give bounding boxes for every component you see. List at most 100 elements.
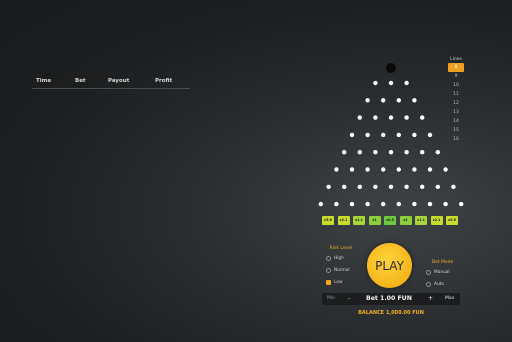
- bet-mode-auto[interactable]: Auto: [426, 281, 460, 293]
- bet-mode-label: Auto: [434, 282, 444, 287]
- multiplier-slot: x2.1: [430, 216, 443, 225]
- peg: [388, 115, 394, 120]
- multiplier-slots: x5.6 x2.1 x1.1 x1 x0.5 x1 x1.1 x2.1 x5.6: [322, 216, 458, 225]
- peg: [427, 132, 433, 138]
- multiplier-slot: x5.6: [322, 216, 334, 225]
- risk-option-high[interactable]: High: [326, 255, 356, 267]
- lines-option-10[interactable]: 10: [448, 81, 464, 90]
- peg: [412, 201, 417, 207]
- lines-option-15[interactable]: 15: [448, 126, 464, 135]
- peg: [381, 201, 386, 207]
- peg: [420, 150, 425, 155]
- bet-mode-label: Manual: [434, 270, 450, 275]
- peg: [435, 184, 440, 189]
- bet-increase-button[interactable]: +: [428, 293, 433, 305]
- peg: [404, 115, 409, 120]
- radio-icon: [326, 268, 331, 273]
- peg: [365, 98, 370, 103]
- peg: [396, 132, 401, 138]
- peg: [357, 150, 362, 155]
- peg: [404, 80, 409, 86]
- risk-option-label: High: [334, 256, 344, 261]
- multiplier-slot: x0.5: [384, 216, 396, 225]
- bet-mode-panel: Bet Mode Manual Auto: [426, 260, 460, 293]
- peg: [349, 201, 355, 207]
- peg: [373, 150, 378, 155]
- peg: [357, 184, 362, 189]
- peg: [427, 167, 433, 172]
- radio-icon: [426, 282, 431, 287]
- lines-selector: Lines 8 9 10 11 12 13 14 15 16: [448, 56, 464, 144]
- peg: [349, 167, 355, 172]
- peg: [420, 184, 425, 189]
- bet-min-button[interactable]: Min: [327, 293, 335, 305]
- peg: [427, 201, 433, 207]
- risk-option-label: Normal: [334, 268, 350, 273]
- bet-max-button[interactable]: Max: [445, 293, 454, 305]
- peg: [435, 150, 440, 155]
- risk-level-title: Risk Level: [329, 246, 353, 251]
- peg: [404, 184, 409, 189]
- lines-option-11[interactable]: 11: [448, 90, 464, 99]
- peg: [420, 115, 425, 120]
- peg: [412, 132, 417, 138]
- peg: [404, 150, 409, 155]
- peg: [357, 115, 362, 120]
- multiplier-slot: x5.6: [446, 216, 458, 225]
- peg: [443, 167, 448, 172]
- peg: [365, 201, 370, 207]
- peg: [349, 132, 355, 138]
- bet-mode-title: Bet Mode: [432, 260, 454, 265]
- peg: [381, 98, 386, 103]
- bet-amount-display: Bet 1.00 FUN: [366, 295, 412, 302]
- peg: [412, 167, 417, 172]
- peg: [451, 184, 456, 189]
- bet-mode-manual[interactable]: Manual: [426, 269, 460, 281]
- peg: [388, 184, 394, 189]
- lines-option-8[interactable]: 8: [448, 63, 464, 72]
- multiplier-slot: x1.1: [353, 216, 365, 225]
- lines-option-9[interactable]: 9: [448, 72, 464, 81]
- peg: [412, 98, 417, 103]
- risk-option-normal[interactable]: Normal: [326, 267, 356, 279]
- multiplier-slot: x1: [399, 216, 412, 225]
- lines-option-13[interactable]: 13: [448, 108, 464, 117]
- peg: [334, 201, 339, 207]
- lines-title: Lines: [450, 57, 462, 62]
- ball-dropper: [386, 63, 396, 73]
- peg: [342, 150, 347, 155]
- multiplier-slot: x2.1: [337, 216, 350, 225]
- bet-decrease-button[interactable]: −: [347, 293, 351, 305]
- peg: [373, 184, 378, 189]
- peg: [373, 115, 378, 120]
- lines-option-16[interactable]: 16: [448, 135, 464, 144]
- peg: [326, 184, 331, 189]
- bet-amount-bar: Min − Bet 1.00 FUN + Max: [322, 293, 460, 305]
- peg: [334, 167, 339, 172]
- risk-option-label: Low: [334, 280, 343, 285]
- peg: [365, 132, 370, 138]
- peg: [396, 167, 401, 172]
- peg: [373, 80, 378, 86]
- peg: [443, 201, 448, 207]
- radio-checked-icon: [326, 280, 331, 285]
- peg: [459, 201, 464, 207]
- play-button[interactable]: PLAY: [367, 243, 412, 288]
- lines-option-12[interactable]: 12: [448, 99, 464, 108]
- peg: [381, 132, 386, 138]
- peg: [388, 150, 394, 155]
- peg: [365, 167, 370, 172]
- peg: [318, 201, 323, 207]
- peg: [396, 201, 401, 207]
- peg: [396, 98, 401, 103]
- peg-field: [318, 80, 464, 207]
- radio-icon: [426, 270, 431, 275]
- radio-icon: [326, 256, 331, 261]
- peg: [381, 167, 386, 172]
- peg: [388, 80, 394, 86]
- risk-level-panel: Risk Level High Normal Low: [326, 246, 356, 291]
- balance-display: BALANCE 1,000.00 FUN: [358, 310, 424, 316]
- peg: [342, 184, 347, 189]
- risk-option-low[interactable]: Low: [326, 279, 356, 291]
- lines-option-14[interactable]: 14: [448, 117, 464, 126]
